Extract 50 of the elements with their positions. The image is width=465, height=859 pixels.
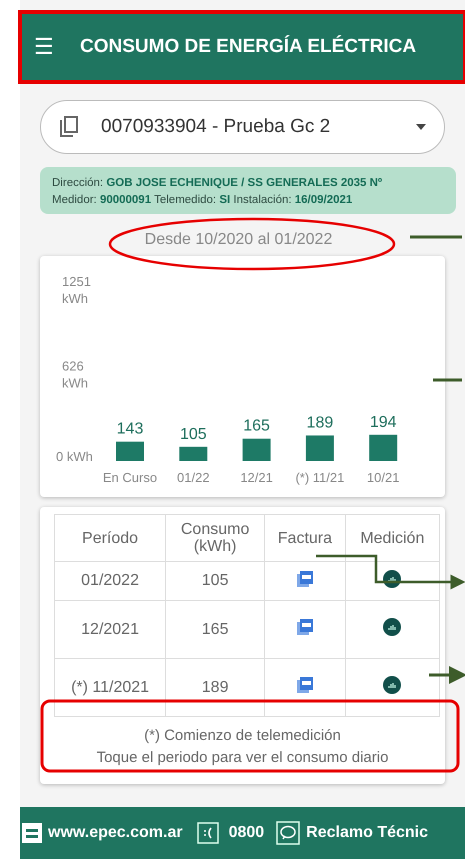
bar-chart-icon[interactable] bbox=[383, 676, 402, 694]
footnote: (*) Comienzo de telemedición bbox=[144, 726, 341, 746]
bar-value: 165 bbox=[243, 418, 270, 435]
bar[interactable] bbox=[306, 435, 334, 461]
column-header: Factura bbox=[264, 514, 346, 562]
pdf-file-icon[interactable] bbox=[296, 619, 313, 635]
bar[interactable] bbox=[369, 434, 398, 461]
column-header: Período bbox=[54, 514, 166, 562]
chat-icon bbox=[276, 821, 300, 845]
x-axis-label: (*) 11/21 bbox=[295, 470, 344, 485]
column-header: Consumo (kWh) bbox=[166, 514, 265, 562]
y-axis-label: 1251 kWh bbox=[62, 274, 91, 306]
bar-chart-icon[interactable] bbox=[383, 618, 402, 636]
copy-icon bbox=[59, 116, 79, 138]
consumption-cell: 105 bbox=[166, 562, 265, 600]
account-dropdown[interactable]: 0070933904 - Prueba Gc 2 bbox=[40, 100, 445, 154]
phone-link[interactable]: 0800 bbox=[228, 824, 264, 842]
bar-value: 143 bbox=[116, 420, 144, 438]
caret-icon bbox=[416, 124, 426, 130]
info-line: Dirección: GOB JOSE ECHENIQUE / SS GENERALES 2035 Nº bbox=[52, 176, 384, 191]
website-link[interactable]: www.epec.com.ar bbox=[48, 824, 183, 842]
bar-value: 189 bbox=[306, 414, 334, 432]
pdf-file-icon[interactable] bbox=[296, 570, 313, 586]
x-axis-label: 01/22 bbox=[177, 470, 210, 485]
period-cell[interactable]: 12/2021 bbox=[54, 600, 166, 658]
claim-link[interactable]: Reclamo Técnic bbox=[306, 824, 428, 842]
pdf-file-icon[interactable] bbox=[296, 677, 313, 693]
footnote: Toque el periodo para ver el consumo diario bbox=[96, 748, 388, 768]
column-header: Medición bbox=[345, 514, 440, 562]
period-range: Desde 10/2020 al 01/2022 bbox=[144, 230, 332, 250]
x-axis-label: 10/21 bbox=[366, 470, 400, 485]
bar[interactable] bbox=[242, 438, 271, 461]
period-cell[interactable]: 01/2022 bbox=[54, 562, 166, 600]
period-cell[interactable]: (*) 11/2021 bbox=[54, 658, 166, 716]
y-axis-label: 626 kWh bbox=[62, 358, 88, 390]
x-axis-label: 12/21 bbox=[240, 470, 273, 485]
page-title: CONSUMO DE ENERGÍA ELÉCTRICA bbox=[80, 36, 416, 58]
info-line: Medidor: 90000091 Telemedido: SI Instalación: 16/09/2021 bbox=[52, 193, 354, 208]
bar-value: 105 bbox=[180, 426, 207, 443]
leader-line bbox=[433, 378, 462, 382]
consumption-cell: 165 bbox=[166, 600, 265, 658]
leader-line bbox=[429, 666, 465, 684]
bar-value: 194 bbox=[370, 414, 397, 431]
x-axis-label: En Curso bbox=[102, 470, 158, 485]
menu-icon[interactable]: ☰ bbox=[34, 34, 54, 60]
y-axis-label: 0 kWh bbox=[56, 449, 93, 464]
leader-line bbox=[410, 236, 462, 238]
bar[interactable] bbox=[179, 446, 208, 461]
consumption-cell: 189 bbox=[166, 658, 265, 716]
bar-chart-icon[interactable] bbox=[383, 570, 402, 588]
